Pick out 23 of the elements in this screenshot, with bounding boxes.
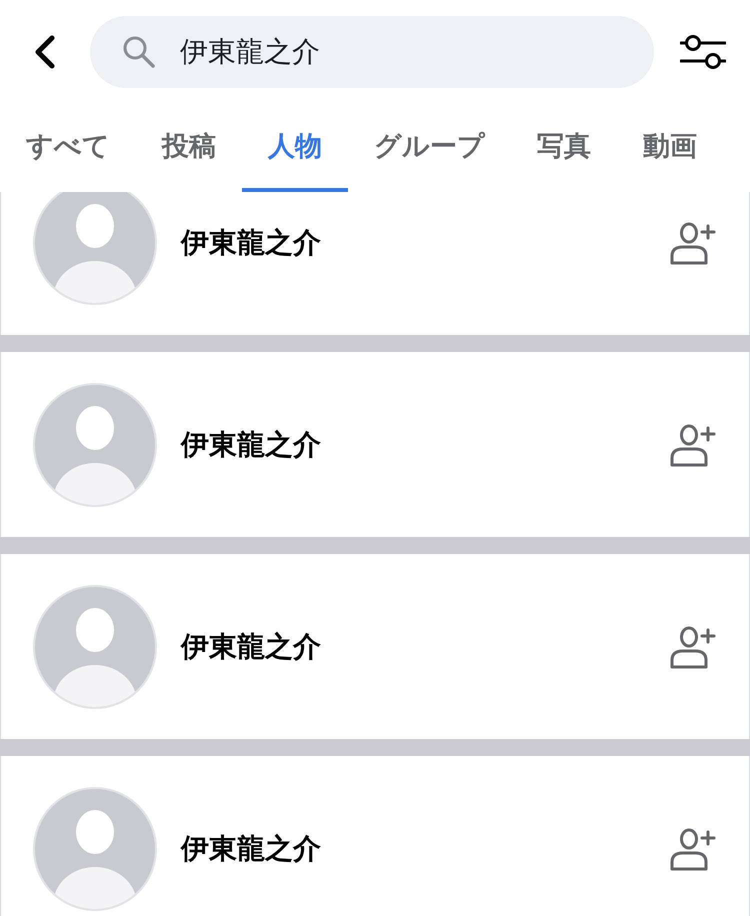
avatar-icon [33,584,157,708]
search-icon [122,35,156,69]
person-name[interactable]: 伊東龍之介 [181,830,669,868]
person-name[interactable]: 伊東龍之介 [181,628,669,666]
avatar-icon [33,382,157,506]
avatar-icon [33,786,157,910]
add-friend-icon[interactable] [669,826,717,872]
tab[interactable]: すべて [0,104,136,192]
person-name[interactable]: 伊東龍之介 [181,426,669,464]
add-friend-icon[interactable] [669,220,717,266]
result-card[interactable]: 伊東龍之介 [0,352,750,537]
person-name[interactable]: 伊東龍之介 [181,224,669,262]
tab[interactable]: グループ [348,104,511,192]
filter-icon[interactable] [680,34,726,70]
result-card[interactable]: 伊東龍之介 [0,192,750,335]
add-friend-icon[interactable] [669,624,717,670]
result-card[interactable]: 伊東龍之介 [0,756,750,916]
add-friend-icon[interactable] [669,422,717,468]
search-field[interactable]: 伊東龍之介 [90,16,654,88]
tab[interactable]: 写真 [511,104,617,192]
result-card[interactable]: 伊東龍之介 [0,554,750,739]
tab[interactable]: 投稿 [136,104,242,192]
tab[interactable]: 動画 [617,104,723,192]
